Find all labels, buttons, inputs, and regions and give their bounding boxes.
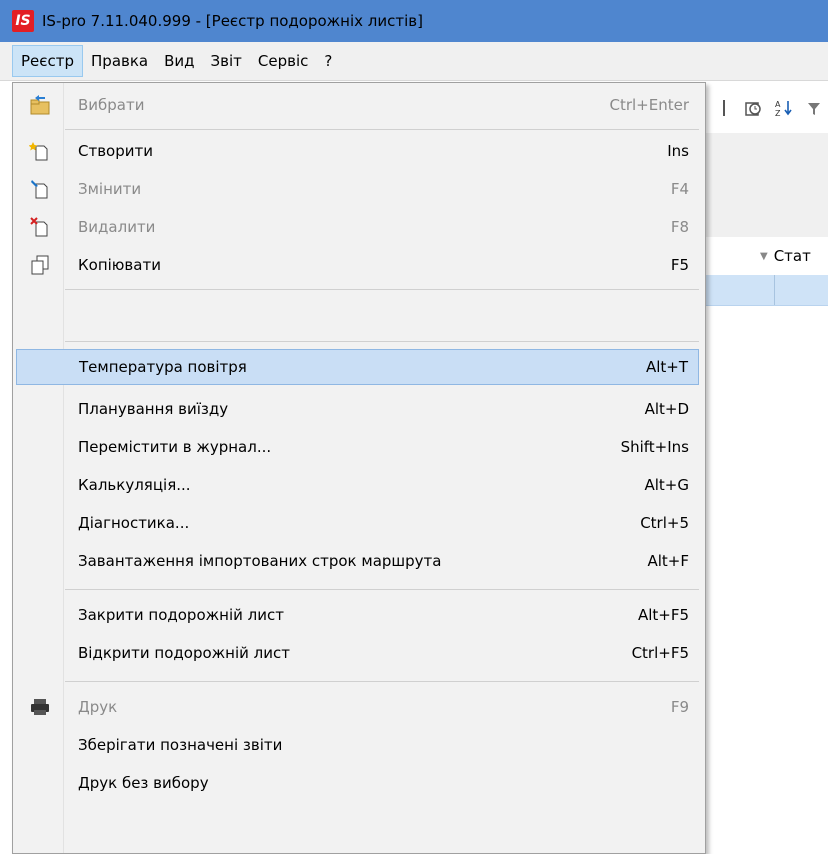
svg-text:Z: Z	[775, 109, 781, 118]
menu-item-load-imported-route-rows[interactable]: Завантаження імпортованих строк маршрута…	[16, 543, 699, 579]
menu-item-label: Зберігати позначені звіти	[78, 736, 283, 754]
menu-item-label: Завантаження імпортованих строк маршрута	[78, 552, 442, 570]
menu-item-calculation[interactable]: Калькуляція... Alt+G	[16, 467, 699, 503]
menu-item-shortcut: Alt+D	[644, 400, 689, 418]
menu-item-label: Відкрити подорожній лист	[78, 644, 290, 662]
menu-item-label: Копіювати	[78, 256, 161, 274]
menu-item-label: Планування виїзду	[78, 400, 229, 418]
menu-view[interactable]: Вид	[156, 46, 202, 76]
menu-item-shortcut: Alt+F5	[637, 606, 689, 624]
svg-text:A: A	[775, 100, 781, 109]
menu-item-select[interactable]: Вибрати Ctrl+Enter	[16, 87, 699, 123]
menu-item-shortcut: Shift+Ins	[620, 438, 689, 456]
menu-item-trip-planning[interactable]: Планування виїзду Alt+D	[16, 391, 699, 427]
window-title: IS-pro 7.11.040.999 - [Реєстр подорожніх…	[42, 12, 423, 30]
menu-item-close-waybill[interactable]: Закрити подорожній лист Alt+F5	[16, 597, 699, 633]
menu-help[interactable]: ?	[316, 46, 340, 76]
select-folder-icon	[16, 94, 64, 116]
menu-item-save-marked-reports[interactable]: Зберігати позначені звіти	[16, 727, 699, 763]
edit-doc-icon	[16, 178, 64, 200]
filter-icon[interactable]	[804, 98, 824, 118]
menu-item-label: Перемістити в журнал...	[78, 438, 272, 456]
menu-item-diagnostics[interactable]: Діагностика... Ctrl+5	[16, 505, 699, 541]
menu-item-shortcut: Alt+F	[647, 552, 689, 570]
menu-item-print[interactable]: Друк F9	[16, 689, 699, 725]
menu-item-open-waybill[interactable]: Відкрити подорожній лист Ctrl+F5	[16, 635, 699, 671]
menu-item-label: Вибрати	[78, 96, 145, 114]
menu-item-shortcut: Alt+T	[645, 358, 688, 376]
title-bar: IS IS-pro 7.11.040.999 - [Реєстр подорож…	[0, 0, 828, 42]
menu-item-move-to-journal[interactable]: Перемістити в журнал... Shift+Ins	[16, 429, 699, 465]
menu-item-label: Друк без вибору	[78, 774, 209, 792]
new-doc-icon	[16, 140, 64, 162]
grid-header: ▼ Стат	[706, 237, 828, 276]
menu-item-shortcut: F9	[670, 698, 689, 716]
menu-item-shortcut: Ins	[667, 142, 689, 160]
menu-item-delete[interactable]: Видалити F8	[16, 209, 699, 245]
menu-edit[interactable]: Правка	[83, 46, 156, 76]
copy-icon	[16, 254, 64, 276]
menu-item-label: Калькуляція...	[78, 476, 191, 494]
menu-item-label: Діагностика...	[78, 514, 190, 532]
menu-registry[interactable]: Реєстр	[12, 45, 84, 77]
menu-item-air-temperature[interactable]: Температура повітря Alt+T	[16, 349, 699, 385]
sort-arrow-icon[interactable]: ▼	[760, 251, 768, 262]
menu-item-label: Друк	[78, 698, 118, 716]
app-logo-icon: IS	[12, 10, 34, 32]
menu-item-label: Закрити подорожній лист	[78, 606, 284, 624]
menu-item-edit[interactable]: Змінити F4	[16, 171, 699, 207]
menu-bar: Реєстр Правка Вид Звіт Сервіс ?	[0, 42, 828, 81]
menu-item-label: Температура повітря	[79, 358, 247, 376]
table-row[interactable]	[706, 275, 828, 306]
menu-item-shortcut: F4	[670, 180, 689, 198]
menu-item-copy[interactable]: Копіювати F5	[16, 247, 699, 283]
menu-item-shortcut: F8	[670, 218, 689, 236]
menu-item-label: Змінити	[78, 180, 142, 198]
registry-dropdown-menu: Вибрати Ctrl+Enter Створити Ins Змінити …	[12, 82, 706, 854]
menu-item-shortcut: Alt+G	[644, 476, 689, 494]
toolbar: AZ	[706, 83, 828, 133]
menu-service[interactable]: Сервіс	[250, 46, 316, 76]
menu-item-shortcut: Ctrl+5	[640, 514, 689, 532]
menu-item-label: Створити	[78, 142, 153, 160]
menu-item-label: Видалити	[78, 218, 156, 236]
refresh-icon[interactable]	[744, 98, 764, 118]
delete-doc-icon	[16, 216, 64, 238]
menu-report[interactable]: Звіт	[203, 46, 250, 76]
menu-item-shortcut: F5	[670, 256, 689, 274]
filter-panel	[706, 133, 828, 237]
menu-item-create[interactable]: Створити Ins	[16, 133, 699, 169]
menu-item-shortcut: Ctrl+F5	[631, 644, 689, 662]
printer-icon	[16, 696, 64, 718]
toolbar-separator-icon	[714, 98, 734, 118]
menu-item-print-without-selection[interactable]: Друк без вибору	[16, 765, 699, 801]
menu-item-shortcut: Ctrl+Enter	[609, 96, 689, 114]
sort-az-icon[interactable]: AZ	[774, 98, 794, 118]
column-status-header[interactable]: Стат	[774, 247, 811, 265]
